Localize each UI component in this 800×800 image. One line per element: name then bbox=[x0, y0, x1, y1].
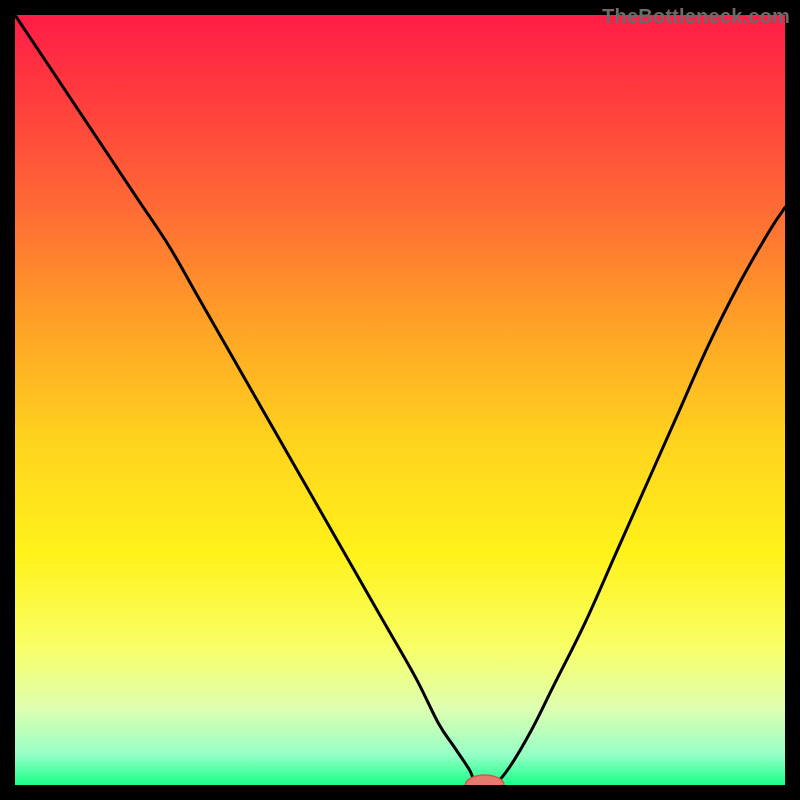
plot-area bbox=[15, 15, 785, 785]
gradient-background bbox=[15, 15, 785, 785]
bottleneck-chart bbox=[15, 15, 785, 785]
chart-frame: TheBottleneck.com bbox=[0, 0, 800, 800]
watermark-label: TheBottleneck.com bbox=[602, 6, 790, 29]
